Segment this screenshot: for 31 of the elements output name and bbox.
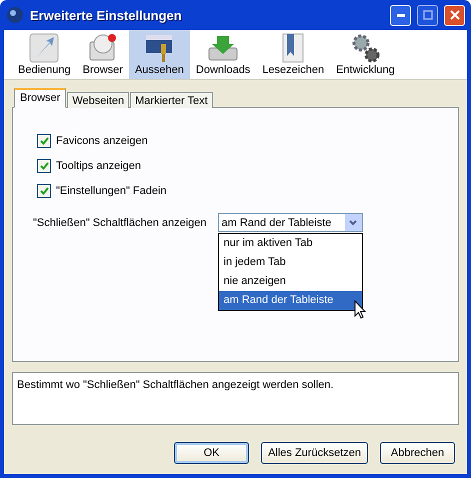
field-label: "Schließen" Schaltflächen anzeigen xyxy=(33,216,207,228)
toolbar-button[interactable]: Aussehen xyxy=(128,30,190,79)
maximize-button[interactable] xyxy=(417,4,438,26)
close-icon xyxy=(450,10,460,20)
dialog-button[interactable]: Abbrechen xyxy=(380,442,455,464)
tab[interactable]: Webseiten xyxy=(67,92,130,108)
checkbox-label: "Einstellungen" Fadein xyxy=(56,185,167,197)
dialog-button[interactable]: OK xyxy=(174,442,250,464)
globe-icon xyxy=(6,6,24,24)
toolbar-button[interactable]: Browser xyxy=(76,30,129,79)
toolbar-button[interactable]: Entwicklung xyxy=(330,30,401,79)
checkbox[interactable] xyxy=(37,134,51,148)
dialog-button[interactable]: Alles Zurücksetzen xyxy=(261,442,368,464)
dropdown-option[interactable]: am Rand der Tableiste xyxy=(218,291,362,310)
window-title: Erweiterte Einstellungen xyxy=(30,8,183,22)
checkbox-label: Favicons anzeigen xyxy=(56,135,148,147)
toolbar-button[interactable]: Bedienung xyxy=(12,30,77,79)
chevron-down-icon xyxy=(344,214,362,231)
checkbox-label: Tooltips anzeigen xyxy=(56,160,142,172)
checkbox[interactable] xyxy=(37,184,51,198)
tab[interactable]: Browser xyxy=(14,88,66,108)
maximize-icon xyxy=(422,10,432,20)
description-text: Bestimmt wo "Schließen" Schaltflächen angezeigt werden sollen. xyxy=(12,372,459,425)
minimize-icon xyxy=(396,14,404,16)
toolbar-button[interactable]: Downloads xyxy=(190,30,256,79)
close-button[interactable] xyxy=(444,4,465,26)
checkbox[interactable] xyxy=(37,159,51,173)
toolbar-button[interactable]: Lesezeichen xyxy=(256,30,330,79)
tab[interactable]: Markierter Text xyxy=(130,92,213,108)
dropdown[interactable]: am Rand der Tableiste xyxy=(218,213,363,232)
minimize-button[interactable] xyxy=(390,4,411,26)
